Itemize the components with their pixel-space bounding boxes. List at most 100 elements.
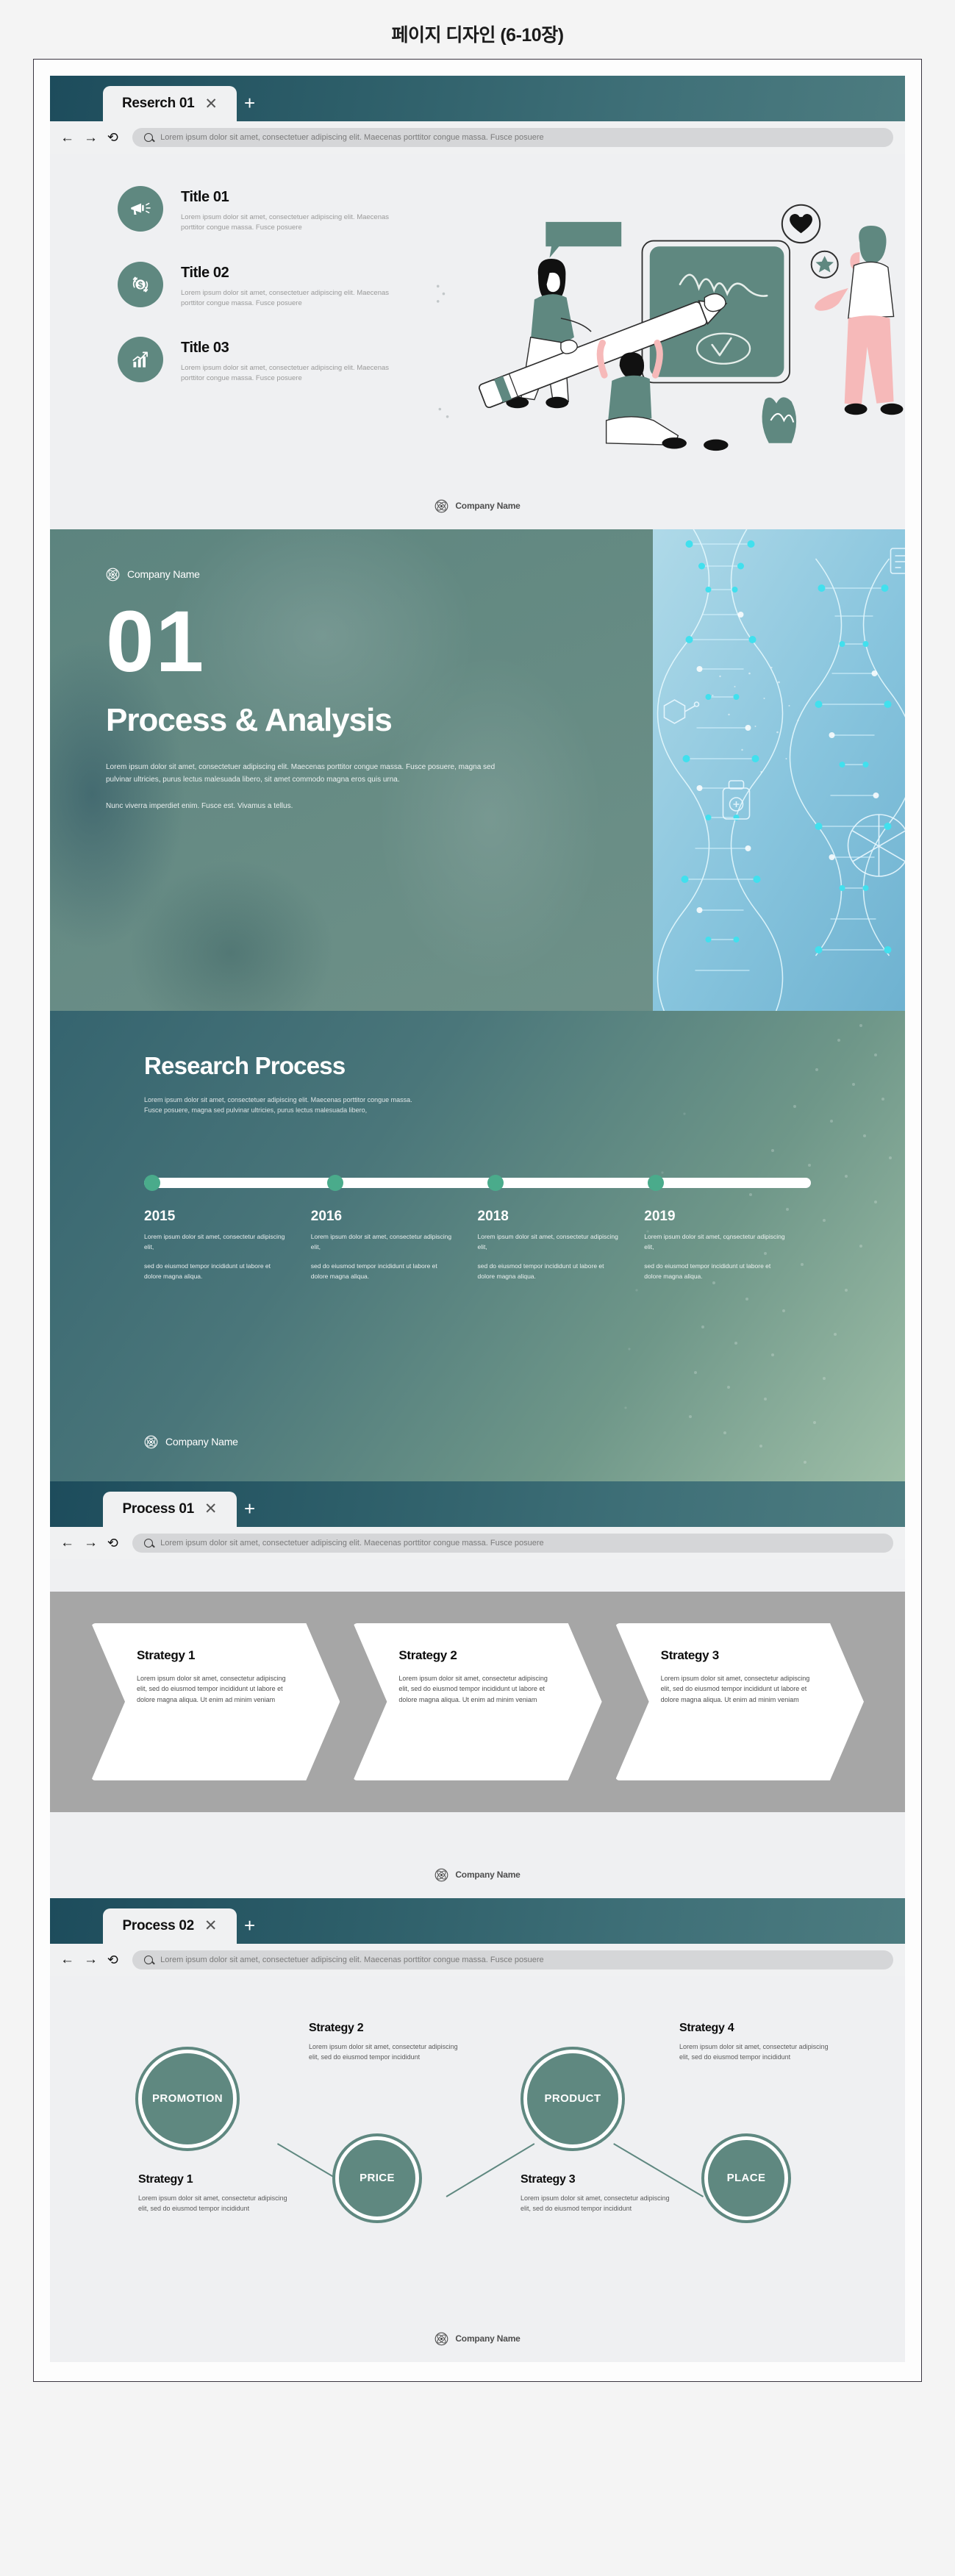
timeline-item-2016: 2016 Lorem ipsum dolor sit amet, consect… [311,1209,478,1281]
brand-name: Company Name [127,568,200,581]
title-body: Lorem ipsum dolor sit amet, consectetuer… [181,213,390,232]
arrow-right-icon[interactable]: → [84,1953,98,1967]
growth-chart-icon [118,337,163,382]
search-icon [144,1538,154,1548]
reload-icon[interactable]: ⟳ [107,1953,118,1967]
brand-name: Company Name [455,2333,521,2344]
tab-reserch-01[interactable]: Reserch 01 ✕ [103,86,237,121]
svg-text:$: $ [138,280,143,290]
title-item-1: Title 01 Lorem ipsum dolor sit amet, con… [118,186,432,234]
hero-paragraph-2: Nunc viverra imperdiet enim. Fusce est. … [106,801,293,810]
arrow-left-icon[interactable]: ← [60,1536,74,1550]
hero-heading: Process & Analysis [106,701,393,738]
arrow-left-icon[interactable]: ← [60,131,74,145]
tabbar: Reserch 01 ✕ + [50,76,905,121]
arrow-card-title: Strategy 2 [398,1647,457,1662]
arrow-right-icon[interactable]: → [84,1536,98,1550]
dna-helix-biotech-image [653,529,905,1011]
arrow-left-icon[interactable]: ← [60,1953,74,1967]
urlbar: ← → ⟳ Lorem ipsum dolor sit amet, consec… [50,1526,905,1559]
brand-footer-1: Company Name [50,488,905,529]
arrow-right-icon[interactable]: → [84,131,98,145]
circle-node-place[interactable]: PLACE [701,2133,791,2223]
search-input[interactable]: Lorem ipsum dolor sit amet, consectetuer… [132,1950,893,1969]
atom-logo-icon [434,1868,448,1882]
hero-paragraph-1: Lorem ipsum dolor sit amet, consectetuer… [106,762,496,784]
tabbar: Process 01 ✕ + [50,1481,905,1527]
arrow-card-body: Lorem ipsum dolor sit amet, consectetur … [660,1674,810,1703]
atom-logo-icon [434,2332,448,2346]
url-text: Lorem ipsum dolor sit amet, consectetuer… [160,1538,544,1548]
tab-label: Reserch 01 [121,96,195,111]
money-exchange-icon: $ [118,261,163,307]
new-tab-icon[interactable]: + [244,93,255,112]
reload-icon[interactable]: ⟳ [107,130,118,145]
tab-process-01[interactable]: Process 01 ✕ [103,1491,237,1527]
arrow-card-strategy-2[interactable]: Strategy 2 Lorem ipsum dolor sit amet, c… [353,1623,601,1781]
urlbar: ← → ⟳ Lorem ipsum dolor sit amet, consec… [50,121,905,154]
close-icon[interactable]: ✕ [204,96,218,112]
timeline-item-2015: 2015 Lorem ipsum dolor sit amet, consect… [144,1209,311,1281]
title-heading: Title 01 [181,189,229,205]
title-body: Lorem ipsum dolor sit amet, consectetuer… [181,288,390,307]
tabbar: Process 02 ✕ + [50,1897,905,1944]
hero-brand: Company Name [106,568,653,582]
timeline-year: 2018 [477,1208,509,1224]
timeline-items: 2015 Lorem ipsum dolor sit amet, consect… [50,1188,905,1281]
timeline-year: 2015 [144,1208,176,1224]
new-tab-icon[interactable]: + [244,1499,255,1518]
caption-title: Strategy 4 [679,2021,734,2034]
title-item-3: Title 03 Lorem ipsum dolor sit amet, con… [118,337,432,384]
caption-body: Lorem ipsum dolor sit amet, consectetur … [309,2042,458,2061]
timeline-year: 2016 [310,1208,343,1224]
timeline-year: 2019 [644,1208,676,1224]
brand-footer-2: Company Name [144,1435,238,1449]
title-heading: Title 02 [181,264,229,281]
caption-strategy-4: Strategy 4 Lorem ipsum dolor sit amet, c… [679,2022,837,2063]
title-heading: Title 03 [181,340,229,356]
timeline-item-2018: 2018 Lorem ipsum dolor sit amet, consect… [478,1209,645,1281]
reload-icon[interactable]: ⟳ [107,1536,118,1550]
hero-number: 01 [106,593,206,690]
slide-hero: Company Name 01 Process & Analysis Lorem… [50,529,905,1011]
people-with-giant-pencil-illustration [432,186,905,470]
timeline-item-2019: 2019 Lorem ipsum dolor sit amet, consect… [644,1209,811,1281]
timeline-line-1: Lorem ipsum dolor sit amet, consectetur … [144,1232,285,1251]
timeline-line-1: Lorem ipsum dolor sit amet, consectetur … [310,1232,452,1251]
atom-logo-icon [144,1435,158,1449]
urlbar: ← → ⟳ Lorem ipsum dolor sit amet, consec… [50,1943,905,1976]
close-icon[interactable]: ✕ [204,1501,218,1517]
circle-node-price[interactable]: PRICE [332,2133,422,2223]
node-label: PLACE [726,2172,766,2185]
design-frame: Reserch 01 ✕ + ← → ⟳ Lorem ipsum dolor s… [33,59,922,2382]
arrow-card-body: Lorem ipsum dolor sit amet, consectetur … [398,1674,548,1703]
search-input[interactable]: Lorem ipsum dolor sit amet, consectetuer… [132,1533,893,1553]
timeline-line-2: sed do eiusmod tempor incididunt ut labo… [310,1262,437,1280]
new-tab-icon[interactable]: + [244,1916,255,1935]
arrow-card-strategy-3[interactable]: Strategy 3 Lorem ipsum dolor sit amet, c… [615,1623,864,1781]
arrow-card-strategy-1[interactable]: Strategy 1 Lorem ipsum dolor sit amet, c… [91,1623,340,1781]
caption-body: Lorem ipsum dolor sit amet, consectetur … [138,2194,287,2213]
hero-left-panel: Company Name 01 Process & Analysis Lorem… [50,529,653,1011]
tab-process-02[interactable]: Process 02 ✕ [103,1908,237,1944]
close-icon[interactable]: ✕ [204,1918,218,1933]
atom-logo-icon [106,568,120,582]
brand-name: Company Name [455,1870,521,1881]
caption-body: Lorem ipsum dolor sit amet, consectetur … [521,2194,670,2213]
timeline-bar [144,1174,811,1191]
title-item-2: $ Title 02 Lorem ipsum dolor sit amet, c… [118,261,432,310]
circle-node-product[interactable]: PRODUCT [521,2046,625,2151]
titles-column: Title 01 Lorem ipsum dolor sit amet, con… [50,186,432,470]
caption-title: Strategy 2 [309,2021,364,2034]
caption-title: Strategy 1 [138,2172,193,2186]
caption-strategy-1: Strategy 1 Lorem ipsum dolor sit amet, c… [138,2173,296,2214]
search-icon [144,133,154,142]
browser-window-reserch-01: Reserch 01 ✕ + ← → ⟳ Lorem ipsum dolor s… [50,76,905,154]
tab-label: Process 01 [122,1500,195,1517]
page-title: 페이지 디자인 (6-10장) [391,25,564,46]
node-label: PRICE [360,2172,395,2185]
search-input[interactable]: Lorem ipsum dolor sit amet, consectetuer… [132,128,893,147]
circle-node-promotion[interactable]: PROMOTION [135,2046,240,2151]
brand-name: Company Name [165,1436,238,1448]
caption-strategy-2: Strategy 2 Lorem ipsum dolor sit amet, c… [309,2022,467,2063]
